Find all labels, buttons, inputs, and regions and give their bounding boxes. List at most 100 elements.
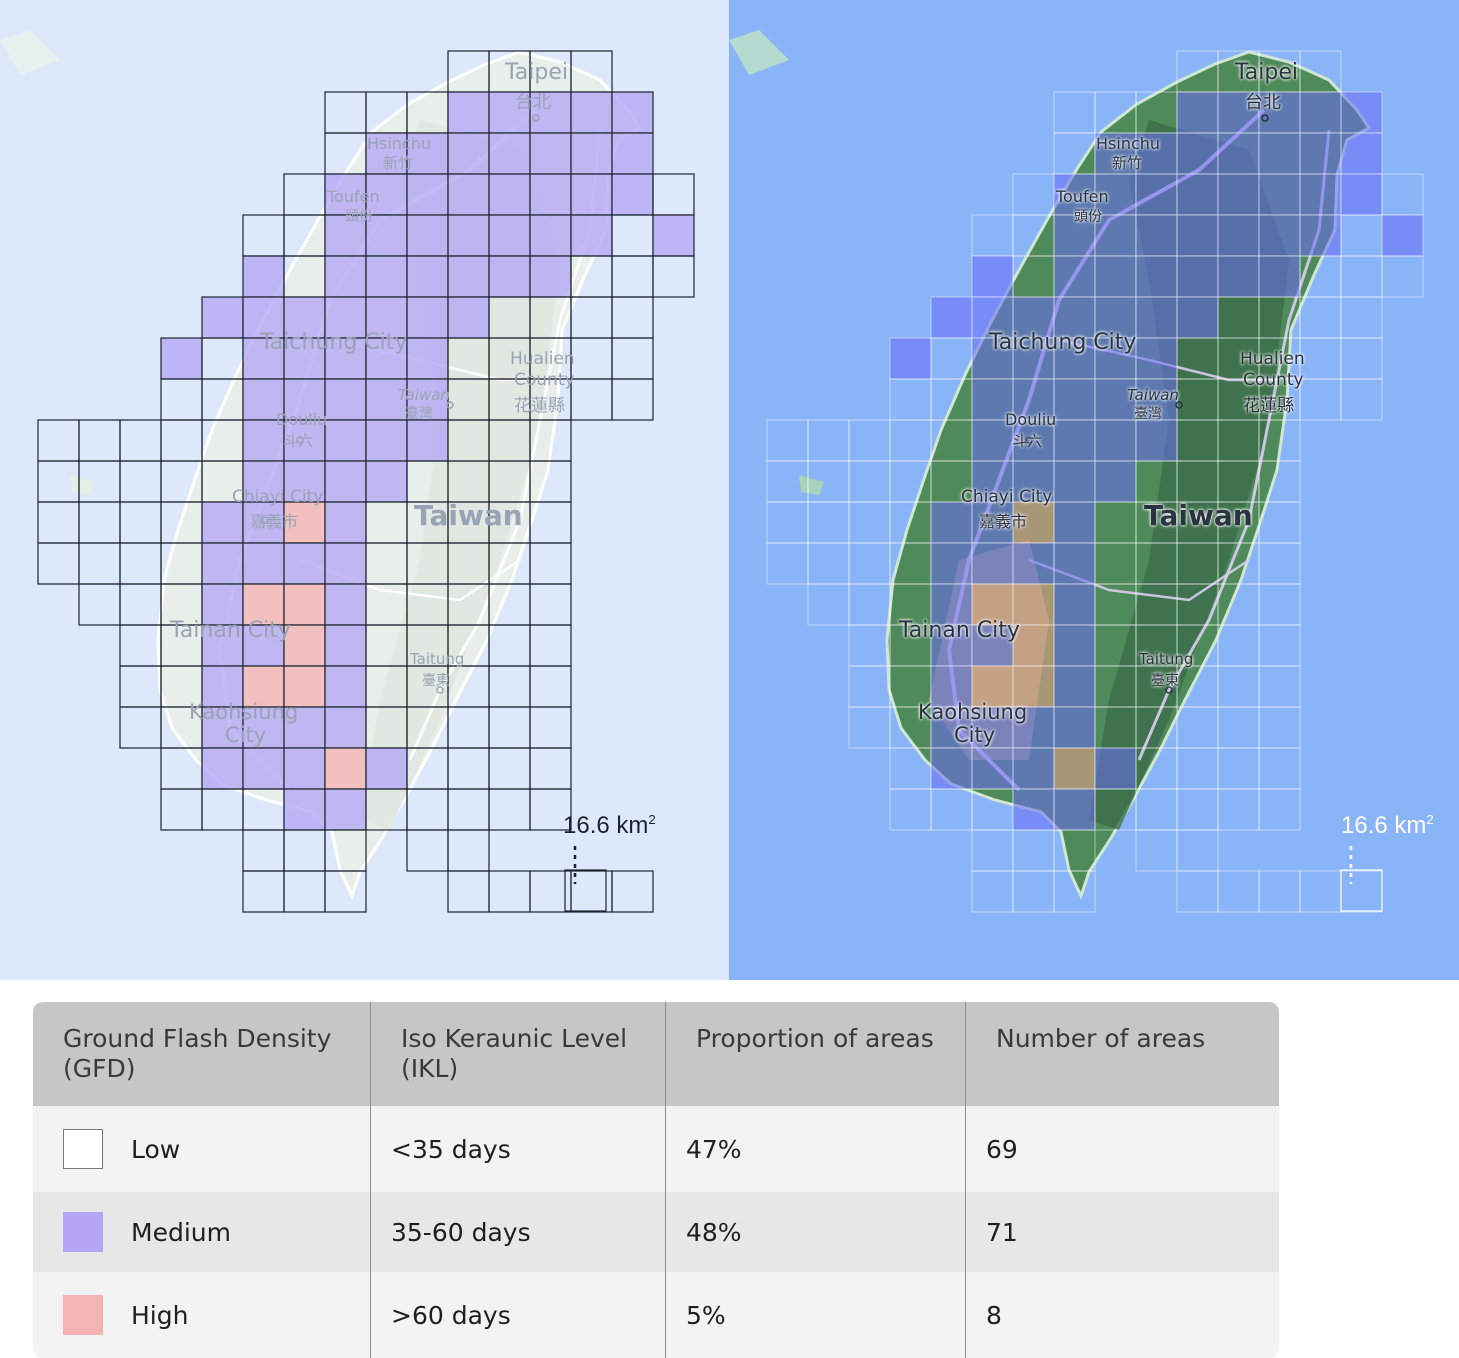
- scale-cell: [1340, 869, 1383, 912]
- grid-cell-low: [119, 419, 162, 462]
- grid-cell-low: [807, 583, 850, 626]
- grid-cell-medium: [1299, 91, 1342, 134]
- grid-cell-low: [1258, 747, 1301, 790]
- grid-cell-low: [1176, 747, 1219, 790]
- grid-cell-medium: [1135, 337, 1178, 380]
- level-label: Low: [131, 1134, 181, 1164]
- level-label: Medium: [131, 1217, 231, 1247]
- ikl-cell: >60 days: [370, 1272, 666, 1358]
- grid-cell-low: [766, 419, 809, 462]
- grid-cell-medium: [160, 337, 203, 380]
- grid-cell-low: [1176, 870, 1219, 913]
- grid-cell-medium: [611, 132, 654, 175]
- grid-cell-low: [529, 542, 572, 585]
- place-label: 臺灣: [1134, 406, 1162, 422]
- grid-cell-medium: [529, 255, 572, 298]
- grid-cell-low: [807, 419, 850, 462]
- grid-cell-low: [529, 583, 572, 626]
- grid-cell-low: [1258, 542, 1301, 585]
- grid-cell-medium: [1217, 132, 1260, 175]
- island-shape: [729, 30, 789, 75]
- grid-cell-low: [1053, 91, 1096, 134]
- legend-header-row: Ground Flash Density (GFD) Iso Keraunic …: [33, 1002, 1279, 1106]
- grid-cell-low: [1258, 665, 1301, 708]
- grid-cell-low: [611, 870, 654, 913]
- grid-cell-low: [488, 747, 531, 790]
- grid-cell-low: [570, 337, 613, 380]
- grid-cell-medium: [971, 747, 1014, 790]
- grid-cell-medium: [447, 173, 490, 216]
- count-cell: 71: [965, 1192, 1279, 1272]
- grid-cell-medium: [611, 173, 654, 216]
- grid-cell-low: [1176, 788, 1219, 831]
- grid-cell-low: [37, 419, 80, 462]
- place-label: Toufen: [327, 187, 380, 206]
- proportion-cell: 5%: [665, 1272, 966, 1358]
- grid-cell-medium: [1135, 296, 1178, 339]
- grid-cell-low: [242, 829, 285, 872]
- grid-cell-medium: [242, 255, 285, 298]
- grid-cell-low: [160, 419, 203, 462]
- grid-cell-low: [1217, 788, 1260, 831]
- grid-cell-low: [971, 870, 1014, 913]
- grid-cell-low: [406, 829, 449, 872]
- grid-cell-medium: [611, 91, 654, 134]
- grid-cell-low: [1381, 173, 1424, 216]
- grid-cell-medium: [406, 173, 449, 216]
- grid-cell-medium: [1053, 788, 1096, 831]
- grid-cell-low: [652, 255, 695, 298]
- grid-cell-medium: [283, 788, 326, 831]
- grid-cell-medium: [324, 378, 367, 421]
- place-label: 新竹: [383, 154, 414, 172]
- place-label: 臺東: [422, 673, 450, 689]
- grid-cell-medium: [1135, 419, 1178, 462]
- grid-cell-medium: [324, 624, 367, 667]
- grid-cell-low: [1299, 296, 1342, 339]
- grid-cell-low: [611, 214, 654, 257]
- grid-cell-low: [78, 501, 121, 544]
- grid-cell-medium: [1012, 747, 1055, 790]
- grid-cell-low: [1340, 337, 1383, 380]
- place-label: Tainan City: [899, 618, 1020, 643]
- grid-cell-medium: [529, 173, 572, 216]
- level-cell: High: [33, 1272, 371, 1358]
- grid-cell-low: [242, 214, 285, 257]
- grid-cell-medium: [447, 132, 490, 175]
- grid-cell-low: [1258, 624, 1301, 667]
- grid-cell-low: [1340, 214, 1383, 257]
- grid-cell-low: [447, 829, 490, 872]
- grid-cell-medium: [1176, 214, 1219, 257]
- proportion-cell: 48%: [665, 1192, 966, 1272]
- grid-cell-medium: [324, 706, 367, 749]
- level-label: High: [131, 1300, 189, 1330]
- grid-cell-low: [1217, 870, 1260, 913]
- island-shape: [0, 30, 60, 75]
- grid-cell-medium: [930, 501, 973, 544]
- grid-cell-medium: [570, 173, 613, 216]
- ikl-cell: <35 days: [370, 1106, 666, 1192]
- grid-cell-medium: [1012, 542, 1055, 585]
- medium-swatch-icon: [63, 1212, 103, 1252]
- grid-cell-low: [848, 542, 891, 585]
- lightning-density-map-light[interactable]: Taipei 台北 Hsinchu 新竹 Toufen 頭份 Taichung …: [0, 0, 729, 980]
- place-label: Taipei: [505, 60, 569, 85]
- place-label: Toufen: [1056, 187, 1109, 206]
- grid-cell-low: [488, 870, 531, 913]
- grid-cell-medium: [1299, 214, 1342, 257]
- grid-cell-low: [611, 255, 654, 298]
- header-count: Number of areas: [965, 1002, 1279, 1106]
- low-swatch-icon: [63, 1129, 103, 1169]
- island-shape: [799, 475, 824, 495]
- grid-cell-medium: [201, 542, 244, 585]
- grid-cell-low: [201, 788, 244, 831]
- grid-cell-medium: [1094, 460, 1137, 503]
- grid-cell-low: [283, 829, 326, 872]
- grid-cell-medium: [529, 132, 572, 175]
- lightning-density-map-terrain[interactable]: Taipei 台北 Hsinchu 新竹 Toufen 頭份 Taichung …: [729, 0, 1459, 980]
- grid-cell-low: [1217, 747, 1260, 790]
- grid-cell-low: [119, 583, 162, 626]
- grid-cell-high: [324, 747, 367, 790]
- grid-cell-medium: [930, 296, 973, 339]
- level-cell: Medium: [33, 1192, 371, 1272]
- grid-cell-low: [611, 378, 654, 421]
